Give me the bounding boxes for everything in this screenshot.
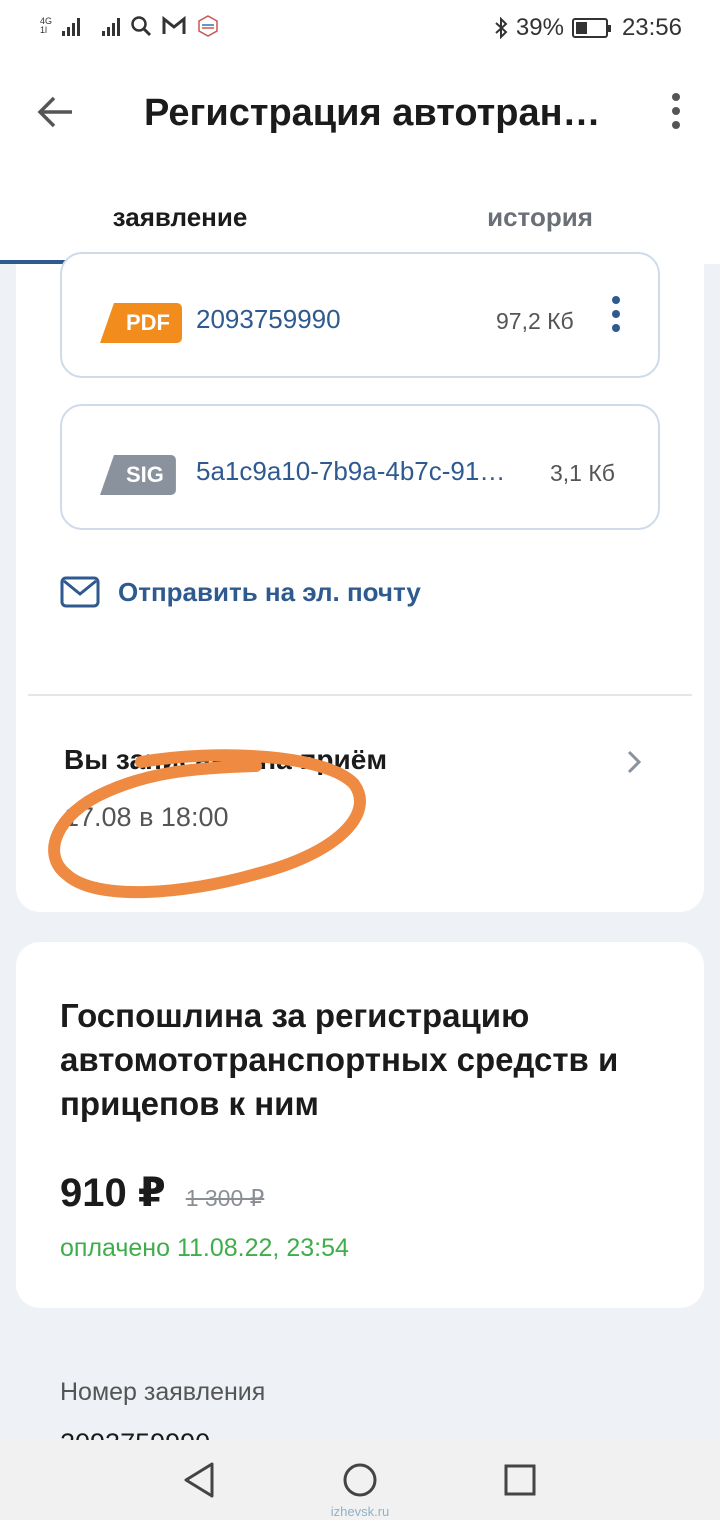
price: 910 ₽	[60, 1171, 166, 1215]
clock: 23:56	[621, 14, 682, 41]
fee-card: Госпошлина за регистрацию автомототрансп…	[16, 942, 704, 1308]
signal-2-icon	[102, 16, 121, 36]
file-name[interactable]: 5a1c9a10-7b9a-4b7c-91…	[196, 456, 505, 487]
file-size: 3,1 Кб	[550, 460, 615, 486]
old-price: 1 300 ₽	[185, 1185, 265, 1211]
mail-notification-icon	[162, 16, 186, 34]
search-icon	[131, 16, 152, 37]
app-bar: Регистрация автотран…	[0, 56, 720, 176]
payment-status: оплачено 11.08.22, 23:54	[60, 1234, 349, 1262]
envelope-icon	[60, 576, 100, 608]
page-title: Регистрация автотран…	[144, 92, 601, 134]
gosuslugi-notification-icon	[198, 15, 218, 37]
pdf-tag: PDF	[100, 303, 182, 343]
chevron-right-icon[interactable]	[624, 748, 644, 776]
tab-bar: заявление история	[0, 176, 720, 264]
file-menu-icon[interactable]	[610, 296, 622, 332]
battery-icon	[571, 18, 611, 38]
signal-icon	[62, 16, 81, 36]
bluetooth-icon	[495, 17, 508, 39]
send-email-label: Отправить на эл. почту	[118, 576, 421, 607]
tab-application[interactable]: заявление	[0, 176, 360, 264]
price-row: 910 ₽ 1 300 ₽	[60, 1170, 264, 1216]
more-vert-icon[interactable]	[662, 92, 690, 132]
status-bar: 4G 1l 39% 23:56	[0, 0, 720, 56]
divider	[28, 694, 692, 696]
send-email-link[interactable]: Отправить на эл. почту	[60, 572, 421, 612]
nav-home-icon[interactable]	[340, 1460, 380, 1500]
application-number-label: Номер заявления	[60, 1378, 266, 1406]
status-left: 4G 1l	[40, 14, 220, 38]
status-right: 39% 23:56	[494, 14, 682, 42]
battery-percent: 39%	[515, 14, 564, 41]
back-arrow-icon[interactable]	[34, 90, 78, 134]
file-card-sig[interactable]: SIG 5a1c9a10-7b9a-4b7c-91… 3,1 Кб	[60, 404, 660, 530]
file-size: 97,2 Кб	[496, 308, 574, 334]
tab-history[interactable]: история	[360, 176, 720, 264]
battery-level	[575, 22, 587, 34]
file-card-pdf[interactable]: PDF 2093759990 97,2 Кб	[60, 252, 660, 378]
file-name[interactable]: 2093759990	[196, 304, 341, 335]
watermark: izhevsk.ru	[330, 1504, 390, 1519]
fee-title: Госпошлина за регистрацию автомототрансп…	[60, 997, 619, 1122]
nav-back-icon[interactable]	[180, 1460, 220, 1500]
nav-recents-icon[interactable]	[500, 1460, 540, 1500]
network-type: 4G 1l	[40, 16, 53, 35]
sig-tag: SIG	[100, 455, 176, 495]
application-card: PDF 2093759990 97,2 Кб SIG 5a1c9a10-7b9a…	[16, 252, 704, 912]
highlight-scribble	[48, 749, 366, 899]
